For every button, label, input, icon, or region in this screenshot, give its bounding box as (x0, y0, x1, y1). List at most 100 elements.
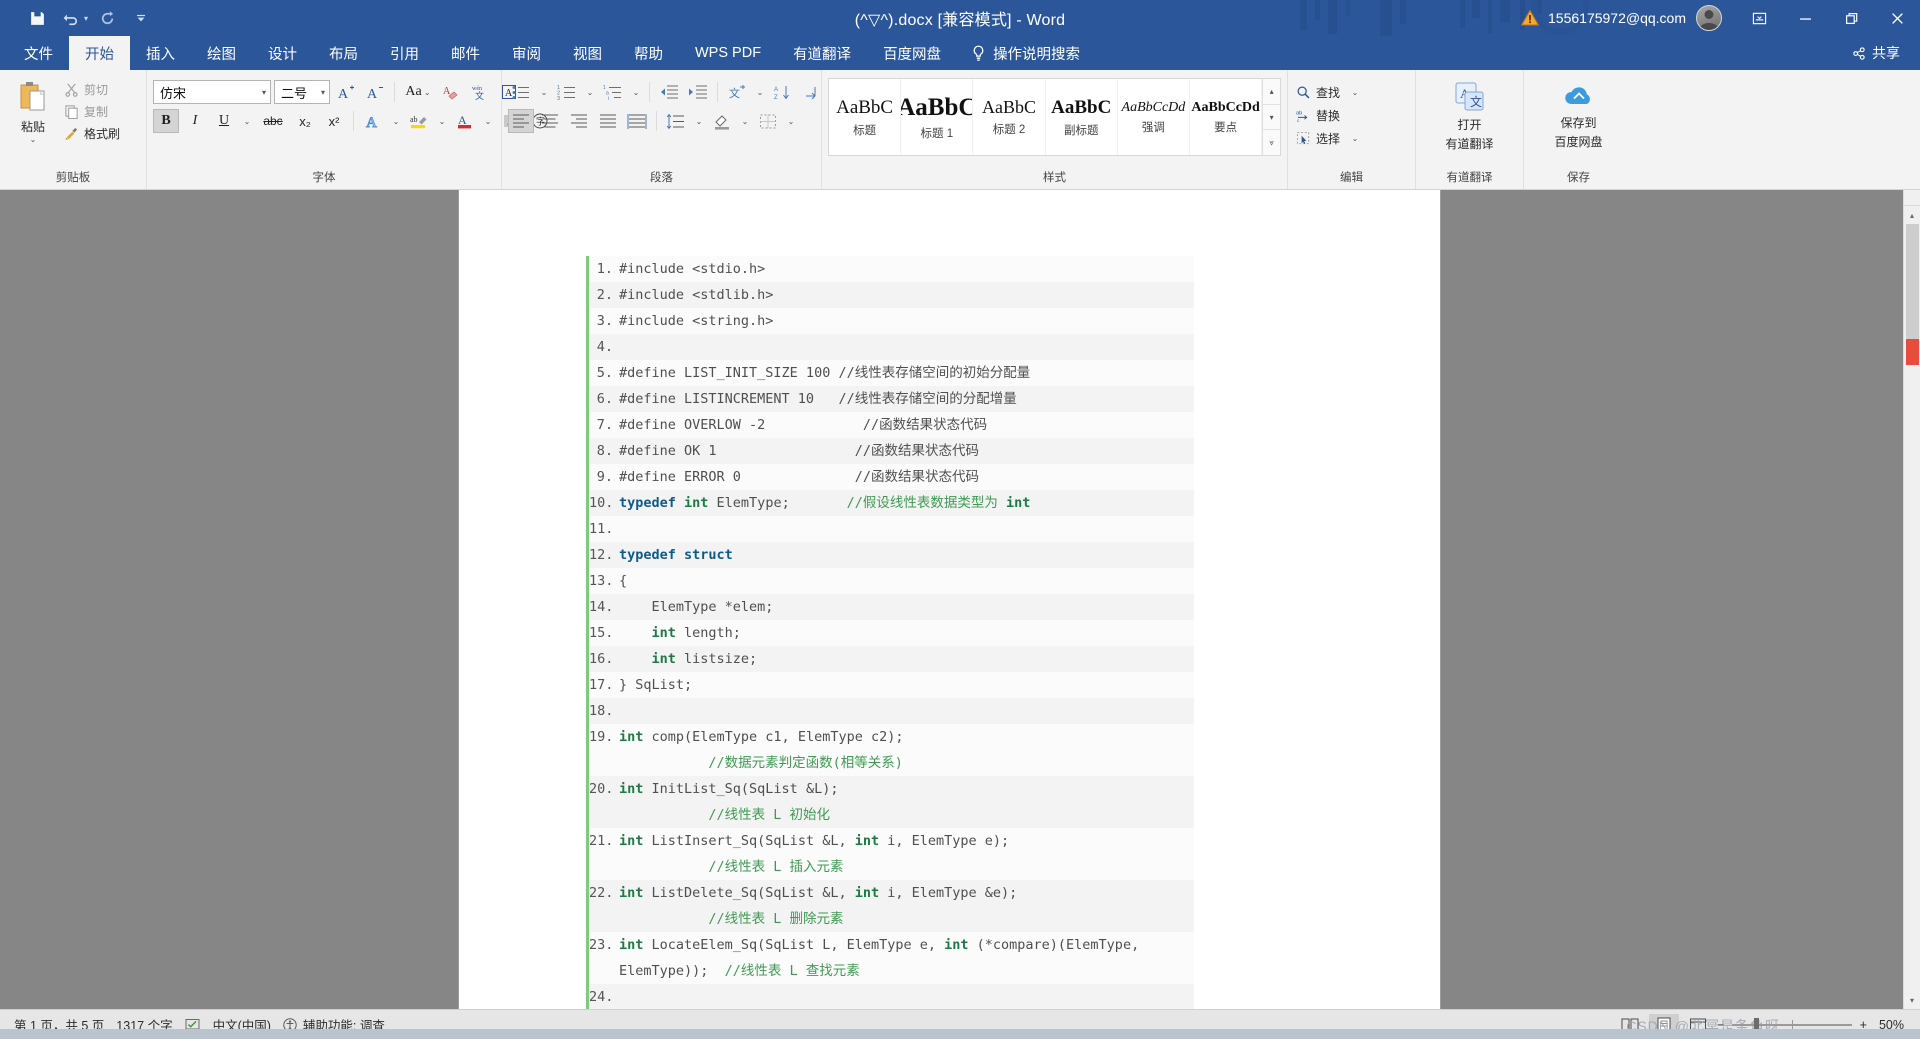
superscript-button[interactable]: x² (321, 109, 347, 133)
tab-help[interactable]: 帮助 (618, 36, 679, 70)
code-line[interactable]: 2. #include <stdlib.h> (586, 282, 1194, 308)
save-to-baidu-netdisk-button[interactable]: 保存到 百度网盘 (1531, 76, 1627, 150)
code-line[interactable]: 4. (586, 334, 1194, 360)
bold-button[interactable]: B (153, 109, 179, 133)
code-line[interactable]: 5. #define LIST_INIT_SIZE 100 //线性表存储空间的初… (586, 360, 1194, 386)
copy-button[interactable]: 复制 (62, 101, 126, 122)
avatar[interactable] (1696, 5, 1722, 31)
chevron-down-icon[interactable]: ⌄ (422, 88, 431, 97)
warning-triangle-icon[interactable] (1520, 8, 1540, 28)
align-left-button[interactable] (508, 109, 534, 133)
chinese-layout-dropdown-icon[interactable]: ⌄ (753, 80, 767, 104)
strikethrough-button[interactable]: abc (257, 109, 289, 133)
styles-scroll-up-icon[interactable]: ▴ (1263, 79, 1281, 105)
style-item-subtitle[interactable]: AaBbC 副标题 (1046, 79, 1118, 155)
text-effects-dropdown-icon[interactable]: ⌄ (389, 109, 403, 133)
distribute-button[interactable] (624, 109, 650, 133)
minimize-button[interactable] (1782, 0, 1828, 36)
chevron-down-icon[interactable]: ▾ (321, 88, 325, 97)
tab-insert[interactable]: 插入 (130, 36, 191, 70)
code-line[interactable]: 19. int comp(ElemType c1, ElemType c2); /… (586, 724, 1194, 776)
select-dropdown-icon[interactable]: ⌄ (1345, 134, 1359, 143)
numbering-dropdown-icon[interactable]: ⌄ (583, 80, 597, 104)
split-window-handle[interactable] (1903, 190, 1920, 206)
font-color-dropdown-icon[interactable]: ⌄ (481, 109, 495, 133)
shrink-font-button[interactable]: A (362, 80, 388, 104)
code-line[interactable]: 20. int InitList_Sq(SqList &L); //线性表 L 初… (586, 776, 1194, 828)
decrease-indent-button[interactable] (656, 80, 682, 104)
account-info[interactable]: 1556175972@qq.com (1548, 5, 1722, 31)
ribbon-display-options-button[interactable] (1736, 0, 1782, 36)
code-line[interactable]: 18. (586, 698, 1194, 724)
bullets-button[interactable] (508, 80, 534, 104)
multilevel-list-button[interactable]: 1ai (600, 80, 626, 104)
code-line[interactable]: 1. #include <stdio.h> (586, 256, 1194, 282)
align-center-button[interactable] (537, 109, 563, 133)
tab-view[interactable]: 视图 (557, 36, 618, 70)
increase-indent-button[interactable] (685, 80, 711, 104)
underline-button[interactable]: U (211, 109, 237, 133)
restore-button[interactable] (1828, 0, 1874, 36)
highlight-color-button[interactable]: ab (406, 109, 432, 133)
font-size-combo[interactable]: 二号 ▾ (274, 80, 330, 104)
tab-home[interactable]: 开始 (69, 36, 130, 70)
cut-button[interactable]: 剪切 (62, 79, 126, 100)
save-icon[interactable] (22, 4, 52, 32)
tab-file[interactable]: 文件 (8, 36, 69, 70)
style-item-heading2[interactable]: AaBbC 标题 2 (973, 79, 1046, 155)
code-line[interactable]: 8. #define OK 1 //函数结果状态代码 (586, 438, 1194, 464)
find-button[interactable]: 查找 ⌄ (1294, 82, 1364, 103)
change-case-button[interactable]: Aa ⌄ (401, 80, 435, 104)
code-line[interactable]: 13. { (586, 568, 1194, 594)
grow-font-button[interactable]: A (333, 80, 359, 104)
customize-quick-access-toolbar-icon[interactable] (126, 4, 156, 32)
borders-button[interactable] (755, 109, 781, 133)
justify-button[interactable] (595, 109, 621, 133)
share-button[interactable]: 共享 (1839, 36, 1920, 70)
style-item-emphasis[interactable]: AaBbCcDd 强调 (1118, 79, 1191, 155)
code-line[interactable]: 24. (586, 984, 1194, 1009)
code-line[interactable]: 15. int length; (586, 620, 1194, 646)
code-line[interactable]: 16. int listsize; (586, 646, 1194, 672)
line-spacing-dropdown-icon[interactable]: ⌄ (692, 109, 706, 133)
code-line[interactable]: 11. (586, 516, 1194, 542)
code-line[interactable]: 17.} SqList; (586, 672, 1194, 698)
select-button[interactable]: 选择 ⌄ (1294, 128, 1364, 149)
format-painter-button[interactable]: 格式刷 (62, 123, 126, 144)
tab-wps-pdf[interactable]: WPS PDF (679, 36, 777, 70)
paste-button[interactable]: 粘贴 ⌄ (6, 76, 60, 144)
multilevel-dropdown-icon[interactable]: ⌄ (629, 80, 643, 104)
code-line[interactable]: 23. int LocateElem_Sq(SqList L, ElemType … (586, 932, 1194, 984)
font-name-combo[interactable]: 仿宋 ▾ (153, 80, 271, 104)
tab-baidu-netdisk[interactable]: 百度网盘 (867, 36, 957, 70)
replace-button[interactable]: ab c 替换 (1294, 105, 1346, 126)
chevron-down-icon[interactable]: ▾ (262, 88, 266, 97)
code-line[interactable]: 22. int ListDelete_Sq(SqList &L, int i, E… (586, 880, 1194, 932)
chinese-layout-button[interactable]: 文 (724, 80, 750, 104)
code-line[interactable]: 9. #define ERROR 0 //函数结果状态代码 (586, 464, 1194, 490)
tab-design[interactable]: 设计 (252, 36, 313, 70)
tab-layout[interactable]: 布局 (313, 36, 374, 70)
shading-dropdown-icon[interactable]: ⌄ (738, 109, 752, 133)
scroll-down-icon[interactable]: ▾ (1903, 991, 1920, 1009)
zoom-track[interactable] (1732, 1017, 1852, 1032)
shading-button[interactable] (709, 109, 735, 133)
code-line[interactable]: 14. ElemType *elem; (586, 594, 1194, 620)
code-line[interactable]: 7. #define OVERLOW -2 //函数结果状态代码 (586, 412, 1194, 438)
undo-icon[interactable] (56, 4, 86, 32)
style-item-title[interactable]: AaBbC 标题 (829, 79, 902, 155)
tab-review[interactable]: 审阅 (496, 36, 557, 70)
document-page[interactable]: 1. #include <stdio.h> 2. #include <stdlib.h… (459, 190, 1440, 1009)
font-color-button[interactable]: A (452, 109, 478, 133)
borders-dropdown-icon[interactable]: ⌄ (784, 109, 798, 133)
scrollbar-thumb[interactable] (1905, 224, 1919, 339)
clear-formatting-button[interactable]: A (438, 80, 464, 104)
styles-scroll-down-icon[interactable]: ▾ (1263, 105, 1281, 131)
redo-icon[interactable] (92, 4, 122, 32)
paste-dropdown-icon[interactable]: ⌄ (30, 136, 37, 144)
find-dropdown-icon[interactable]: ⌄ (1345, 88, 1359, 97)
scroll-up-icon[interactable]: ▴ (1903, 206, 1920, 224)
vertical-scrollbar[interactable]: ▴ ▾ (1903, 190, 1920, 1009)
text-effects-button[interactable]: A (360, 109, 386, 133)
code-line[interactable]: 10. typedef int ElemType; //假设线性表数据类型为 in… (586, 490, 1194, 516)
